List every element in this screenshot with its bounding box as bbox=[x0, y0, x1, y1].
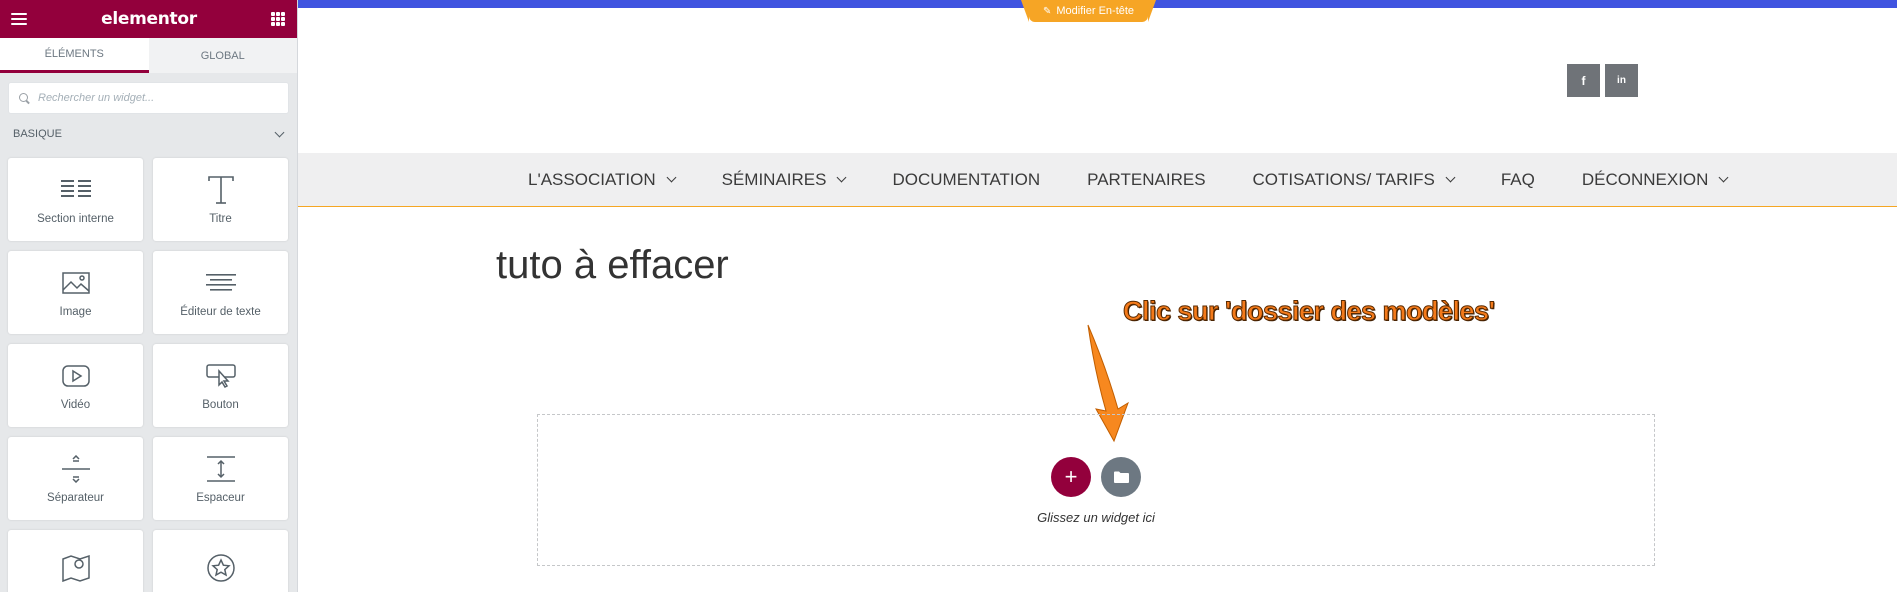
nav-item-faq[interactable]: FAQ bbox=[1501, 170, 1535, 190]
spacer-icon bbox=[205, 454, 237, 484]
widget-inner-section[interactable]: Section interne bbox=[8, 158, 143, 241]
widget-label: Séparateur bbox=[47, 491, 104, 504]
chevron-down-icon bbox=[274, 127, 285, 137]
widget-label: Espaceur bbox=[196, 491, 245, 504]
heading-icon bbox=[205, 175, 237, 205]
panel-body: BASIQUE Section interne bbox=[0, 74, 297, 592]
widget-image[interactable]: Image bbox=[8, 251, 143, 334]
nav-item-association[interactable]: L'ASSOCIATION bbox=[528, 169, 677, 190]
panel-header: elementor bbox=[0, 0, 297, 38]
tutorial-annotation: Clic sur 'dossier des modèles' bbox=[1123, 296, 1496, 327]
elementor-panel: elementor ÉLÉMENTS GLOBAL BASIQUE bbox=[0, 0, 298, 592]
nav-item-cotisations[interactable]: COTISATIONS/ TARIFS bbox=[1252, 169, 1456, 190]
nav-label: COTISATIONS/ TARIFS bbox=[1252, 169, 1435, 189]
widget-video[interactable]: Vidéo bbox=[8, 344, 143, 427]
nav-item-deconnexion[interactable]: DÉCONNEXION bbox=[1581, 169, 1729, 190]
page-preview: ✎ Modifier En-tête f in L'ASSOCIATION SÉ… bbox=[298, 0, 1897, 592]
widget-label: Éditeur de texte bbox=[180, 305, 261, 318]
nav-item-documentation[interactable]: DOCUMENTATION bbox=[892, 170, 1040, 190]
chevron-down-icon bbox=[1718, 172, 1729, 183]
panel-tabs: ÉLÉMENTS GLOBAL bbox=[0, 38, 297, 74]
tab-global[interactable]: GLOBAL bbox=[148, 38, 297, 73]
video-icon bbox=[60, 361, 92, 391]
main-navigation: L'ASSOCIATION SÉMINAIRES DOCUMENTATION P… bbox=[298, 153, 1897, 207]
template-library-button[interactable] bbox=[1101, 457, 1141, 497]
nav-label: DOCUMENTATION bbox=[892, 169, 1041, 189]
widget-text-editor[interactable]: Éditeur de texte bbox=[153, 251, 288, 334]
widget-search-input[interactable] bbox=[38, 92, 278, 104]
widget-icon[interactable] bbox=[153, 530, 288, 592]
facebook-icon: f bbox=[1581, 73, 1586, 88]
nav-label: SÉMINAIRES bbox=[721, 169, 827, 189]
button-icon bbox=[205, 361, 237, 391]
chevron-down-icon bbox=[837, 172, 847, 183]
nav-label: DÉCONNEXION bbox=[1581, 169, 1709, 189]
empty-section-drop-zone[interactable]: + Glissez un widget ici bbox=[537, 414, 1655, 566]
text-editor-icon bbox=[205, 268, 237, 298]
chevron-down-icon bbox=[1445, 172, 1456, 183]
widget-heading[interactable]: Titre bbox=[153, 158, 288, 241]
image-icon bbox=[60, 268, 92, 298]
pencil-icon: ✎ bbox=[1043, 5, 1052, 17]
widget-label: Section interne bbox=[37, 212, 114, 225]
linkedin-icon: in bbox=[1617, 75, 1626, 86]
widgets-grid-icon[interactable] bbox=[270, 12, 285, 26]
widget-label: Image bbox=[59, 305, 92, 318]
add-section-button[interactable]: + bbox=[1051, 457, 1091, 497]
search-icon bbox=[19, 92, 30, 104]
category-header-basique[interactable]: BASIQUE bbox=[8, 114, 289, 154]
star-icon bbox=[205, 553, 237, 583]
drop-zone-hint: Glissez un widget ici bbox=[1037, 510, 1155, 525]
nav-item-seminaires[interactable]: SÉMINAIRES bbox=[721, 169, 847, 190]
folder-icon bbox=[1113, 471, 1129, 483]
widget-spacer[interactable]: Espaceur bbox=[153, 437, 288, 520]
drop-zone-buttons: + bbox=[1051, 457, 1141, 497]
widget-label: Vidéo bbox=[60, 398, 91, 411]
edit-header-button[interactable]: ✎ Modifier En-tête bbox=[1020, 0, 1157, 22]
inner-section-icon bbox=[60, 175, 92, 205]
widget-label: Bouton bbox=[202, 398, 239, 411]
nav-label: L'ASSOCIATION bbox=[528, 169, 656, 189]
divider-icon bbox=[60, 454, 92, 484]
category-label: BASIQUE bbox=[13, 128, 62, 140]
linkedin-button[interactable]: in bbox=[1605, 64, 1638, 97]
edit-header-label: Modifier En-tête bbox=[1056, 5, 1135, 17]
google-maps-icon bbox=[60, 553, 92, 583]
widget-button[interactable]: Bouton bbox=[153, 344, 288, 427]
nav-label: PARTENAIRES bbox=[1087, 169, 1206, 189]
widget-label: Titre bbox=[209, 212, 232, 225]
nav-label: FAQ bbox=[1500, 169, 1535, 189]
widgets-grid: Section interne Titre Image Éditeur de t… bbox=[8, 158, 289, 592]
nav-item-partenaires[interactable]: PARTENAIRES bbox=[1087, 170, 1205, 190]
chevron-down-icon bbox=[666, 172, 677, 183]
widget-google-maps[interactable] bbox=[8, 530, 143, 592]
widget-search[interactable] bbox=[8, 82, 289, 114]
tab-elements[interactable]: ÉLÉMENTS bbox=[0, 38, 149, 73]
page-title: tuto à effacer bbox=[496, 243, 729, 287]
plus-icon: + bbox=[1064, 464, 1078, 489]
widget-divider[interactable]: Séparateur bbox=[8, 437, 143, 520]
facebook-button[interactable]: f bbox=[1567, 64, 1600, 97]
elementor-logo: elementor bbox=[101, 9, 197, 29]
menu-icon[interactable] bbox=[11, 13, 27, 25]
